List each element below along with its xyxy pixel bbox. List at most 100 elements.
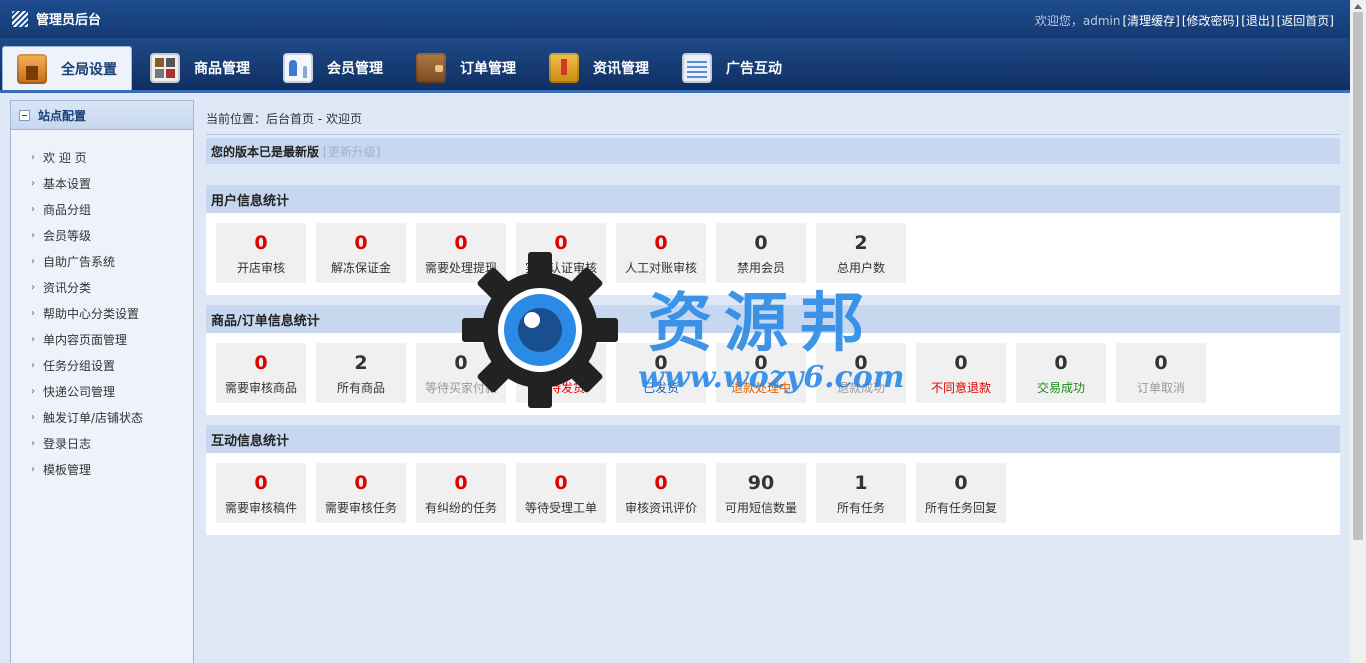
stat-card[interactable]: 0 禁用会员	[716, 223, 806, 283]
stat-card[interactable]: 0 不同意退款	[916, 343, 1006, 403]
sidebar-header-label: 站点配置	[38, 108, 87, 123]
tab-label: 广告互动	[726, 61, 782, 77]
chevron-right-icon: ›	[31, 411, 35, 423]
stat-card[interactable]: 0 退款处理中	[716, 343, 806, 403]
stat-card[interactable]: 0 需要审核稿件	[216, 463, 306, 523]
stat-card[interactable]: 0 需要处理提现	[416, 223, 506, 283]
stat-label: 需要处理提现	[424, 261, 497, 275]
sidebar-item[interactable]: › 自助广告系统	[31, 248, 193, 274]
tab-label: 订单管理	[460, 61, 516, 77]
sidebar-item[interactable]: › 单内容页面管理	[31, 326, 193, 352]
sidebar-item-label: 会员等级	[43, 228, 92, 243]
stat-card[interactable]: 0 审核资讯评价	[616, 463, 706, 523]
section-title: 用户信息统计	[206, 185, 1340, 213]
sidebar-menu: › 欢 迎 页 › 基本设置 › 商品分组 › 会员等级 › 自助广告系统 › 资讯分类 › 帮助中心分类…	[11, 130, 193, 482]
stat-card[interactable]: 90 可用短信数量	[716, 463, 806, 523]
sidebar-item-label: 模板管理	[43, 462, 92, 477]
stat-label: 审核资讯评价	[624, 501, 697, 515]
brand: 管理员后台	[12, 9, 101, 28]
welcome-text: 欢迎您，admin	[1034, 14, 1121, 28]
stat-value: 0	[754, 232, 768, 254]
stat-card[interactable]: 0 等待受理工单	[516, 463, 606, 523]
stat-value: 0	[654, 352, 668, 374]
sidebar-header[interactable]: 站点配置	[11, 101, 193, 130]
stat-card[interactable]: 0 订单取消	[1116, 343, 1206, 403]
chevron-right-icon: ›	[31, 281, 35, 293]
stat-card[interactable]: 0 需要审核任务	[316, 463, 406, 523]
chevron-right-icon: ›	[31, 177, 35, 189]
stat-value: 3	[554, 352, 568, 374]
logout-link[interactable]: [退出]	[1241, 12, 1274, 29]
sidebar-item[interactable]: › 资讯分类	[31, 274, 193, 300]
sidebar-item-label: 帮助中心分类设置	[43, 306, 140, 321]
sidebar: 站点配置 › 欢 迎 页 › 基本设置 › 商品分组 › 会员等级 › 自助广告系统 › 资讯分类 › 帮…	[10, 100, 194, 663]
stat-label: 有纠纷的任务	[424, 501, 497, 515]
sidebar-item[interactable]: › 商品分组	[31, 196, 193, 222]
stat-value: 0	[554, 472, 568, 494]
sidebar-item-label: 触发订单/店铺状态	[43, 410, 144, 425]
tab-product-management[interactable]: 商品管理	[136, 46, 264, 90]
stat-card[interactable]: 2 所有商品	[316, 343, 406, 403]
stat-card[interactable]: 0 退款成功	[816, 343, 906, 403]
app-title: 管理员后台	[36, 13, 102, 28]
stat-card[interactable]: 0 实名认证审核	[516, 223, 606, 283]
stat-value: 0	[1054, 352, 1068, 374]
tab-member-management[interactable]: 会员管理	[269, 46, 397, 90]
upgrade-link[interactable]: [更新升级]	[323, 143, 380, 160]
sidebar-item-label: 欢 迎 页	[43, 150, 87, 165]
sidebar-item[interactable]: › 模板管理	[31, 456, 193, 482]
sidebar-item[interactable]: › 帮助中心分类设置	[31, 300, 193, 326]
ad-icon	[682, 53, 712, 83]
sidebar-item-label: 登录日志	[43, 436, 92, 451]
sidebar-item[interactable]: › 欢 迎 页	[31, 144, 193, 170]
stat-card[interactable]: 3 等待发货	[516, 343, 606, 403]
sidebar-item-label: 快递公司管理	[43, 384, 116, 399]
stat-label: 等待买家付款	[424, 381, 497, 395]
sidebar-item[interactable]: › 快递公司管理	[31, 378, 193, 404]
stat-card[interactable]: 0 有纠纷的任务	[416, 463, 506, 523]
stat-value: 0	[954, 472, 968, 494]
sidebar-item[interactable]: › 登录日志	[31, 430, 193, 456]
scrollbar[interactable]	[1350, 0, 1366, 663]
stat-card[interactable]: 0 交易成功	[1016, 343, 1106, 403]
stat-card[interactable]: 0 人工对账审核	[616, 223, 706, 283]
sidebar-item[interactable]: › 任务分组设置	[31, 352, 193, 378]
user-stats-section: 用户信息统计 0 开店审核 0 解冻保证金 0 需要处理提现 0 实名认证审核 0 人工对账审核 0…	[206, 185, 1340, 295]
divider	[206, 134, 1340, 135]
sidebar-item-label: 自助广告系统	[43, 254, 116, 269]
stat-card[interactable]: 0 等待买家付款	[416, 343, 506, 403]
logo-icon	[12, 10, 28, 27]
return-home-link[interactable]: [返回首页]	[1277, 12, 1334, 29]
stat-card[interactable]: 0 需要审核商品	[216, 343, 306, 403]
stat-label: 等待发货	[536, 381, 585, 395]
stat-card[interactable]: 0 解冻保证金	[316, 223, 406, 283]
collapse-icon[interactable]	[19, 109, 30, 121]
chevron-right-icon: ›	[31, 385, 35, 397]
tab-global-settings[interactable]: 全局设置	[2, 46, 132, 90]
sidebar-item[interactable]: › 基本设置	[31, 170, 193, 196]
top-links: 欢迎您，admin [清理缓存] [修改密码] [退出] [返回首页]	[1035, 12, 1334, 29]
tab-order-management[interactable]: 订单管理	[402, 46, 530, 90]
stat-value: 0	[954, 352, 968, 374]
scroll-thumb[interactable]	[1353, 12, 1363, 540]
sidebar-item[interactable]: › 触发订单/店铺状态	[31, 404, 193, 430]
stat-cards: 0 开店审核 0 解冻保证金 0 需要处理提现 0 实名认证审核 0 人工对账审核 0 禁用会员 2 总用…	[206, 213, 1340, 283]
stat-label: 不同意退款	[930, 381, 991, 395]
sidebar-item-label: 商品分组	[43, 202, 92, 217]
stat-card[interactable]: 0 所有任务回复	[916, 463, 1006, 523]
stat-label: 实名认证审核	[524, 261, 597, 275]
stat-label: 可用短信数量	[724, 501, 797, 515]
stat-cards: 0 需要审核商品 2 所有商品 0 等待买家付款 3 等待发货 0 已发货 0 退款处理中 0 退款成功 0…	[206, 333, 1340, 403]
stat-value: 0	[354, 472, 368, 494]
stat-card[interactable]: 1 所有任务	[816, 463, 906, 523]
clear-cache-link[interactable]: [清理缓存]	[1123, 12, 1180, 29]
main-nav: 全局设置 商品管理 会员管理 订单管理 资讯管理 广告互动	[0, 38, 1350, 93]
stat-card[interactable]: 2 总用户数	[816, 223, 906, 283]
tab-news-management[interactable]: 资讯管理	[535, 46, 663, 90]
stat-card[interactable]: 0 开店审核	[216, 223, 306, 283]
change-password-link[interactable]: [修改密码]	[1182, 12, 1239, 29]
sidebar-item[interactable]: › 会员等级	[31, 222, 193, 248]
tab-ad-interaction[interactable]: 广告互动	[668, 46, 796, 90]
stat-card[interactable]: 0 已发货	[616, 343, 706, 403]
scroll-up-arrow-icon[interactable]	[1354, 4, 1362, 9]
